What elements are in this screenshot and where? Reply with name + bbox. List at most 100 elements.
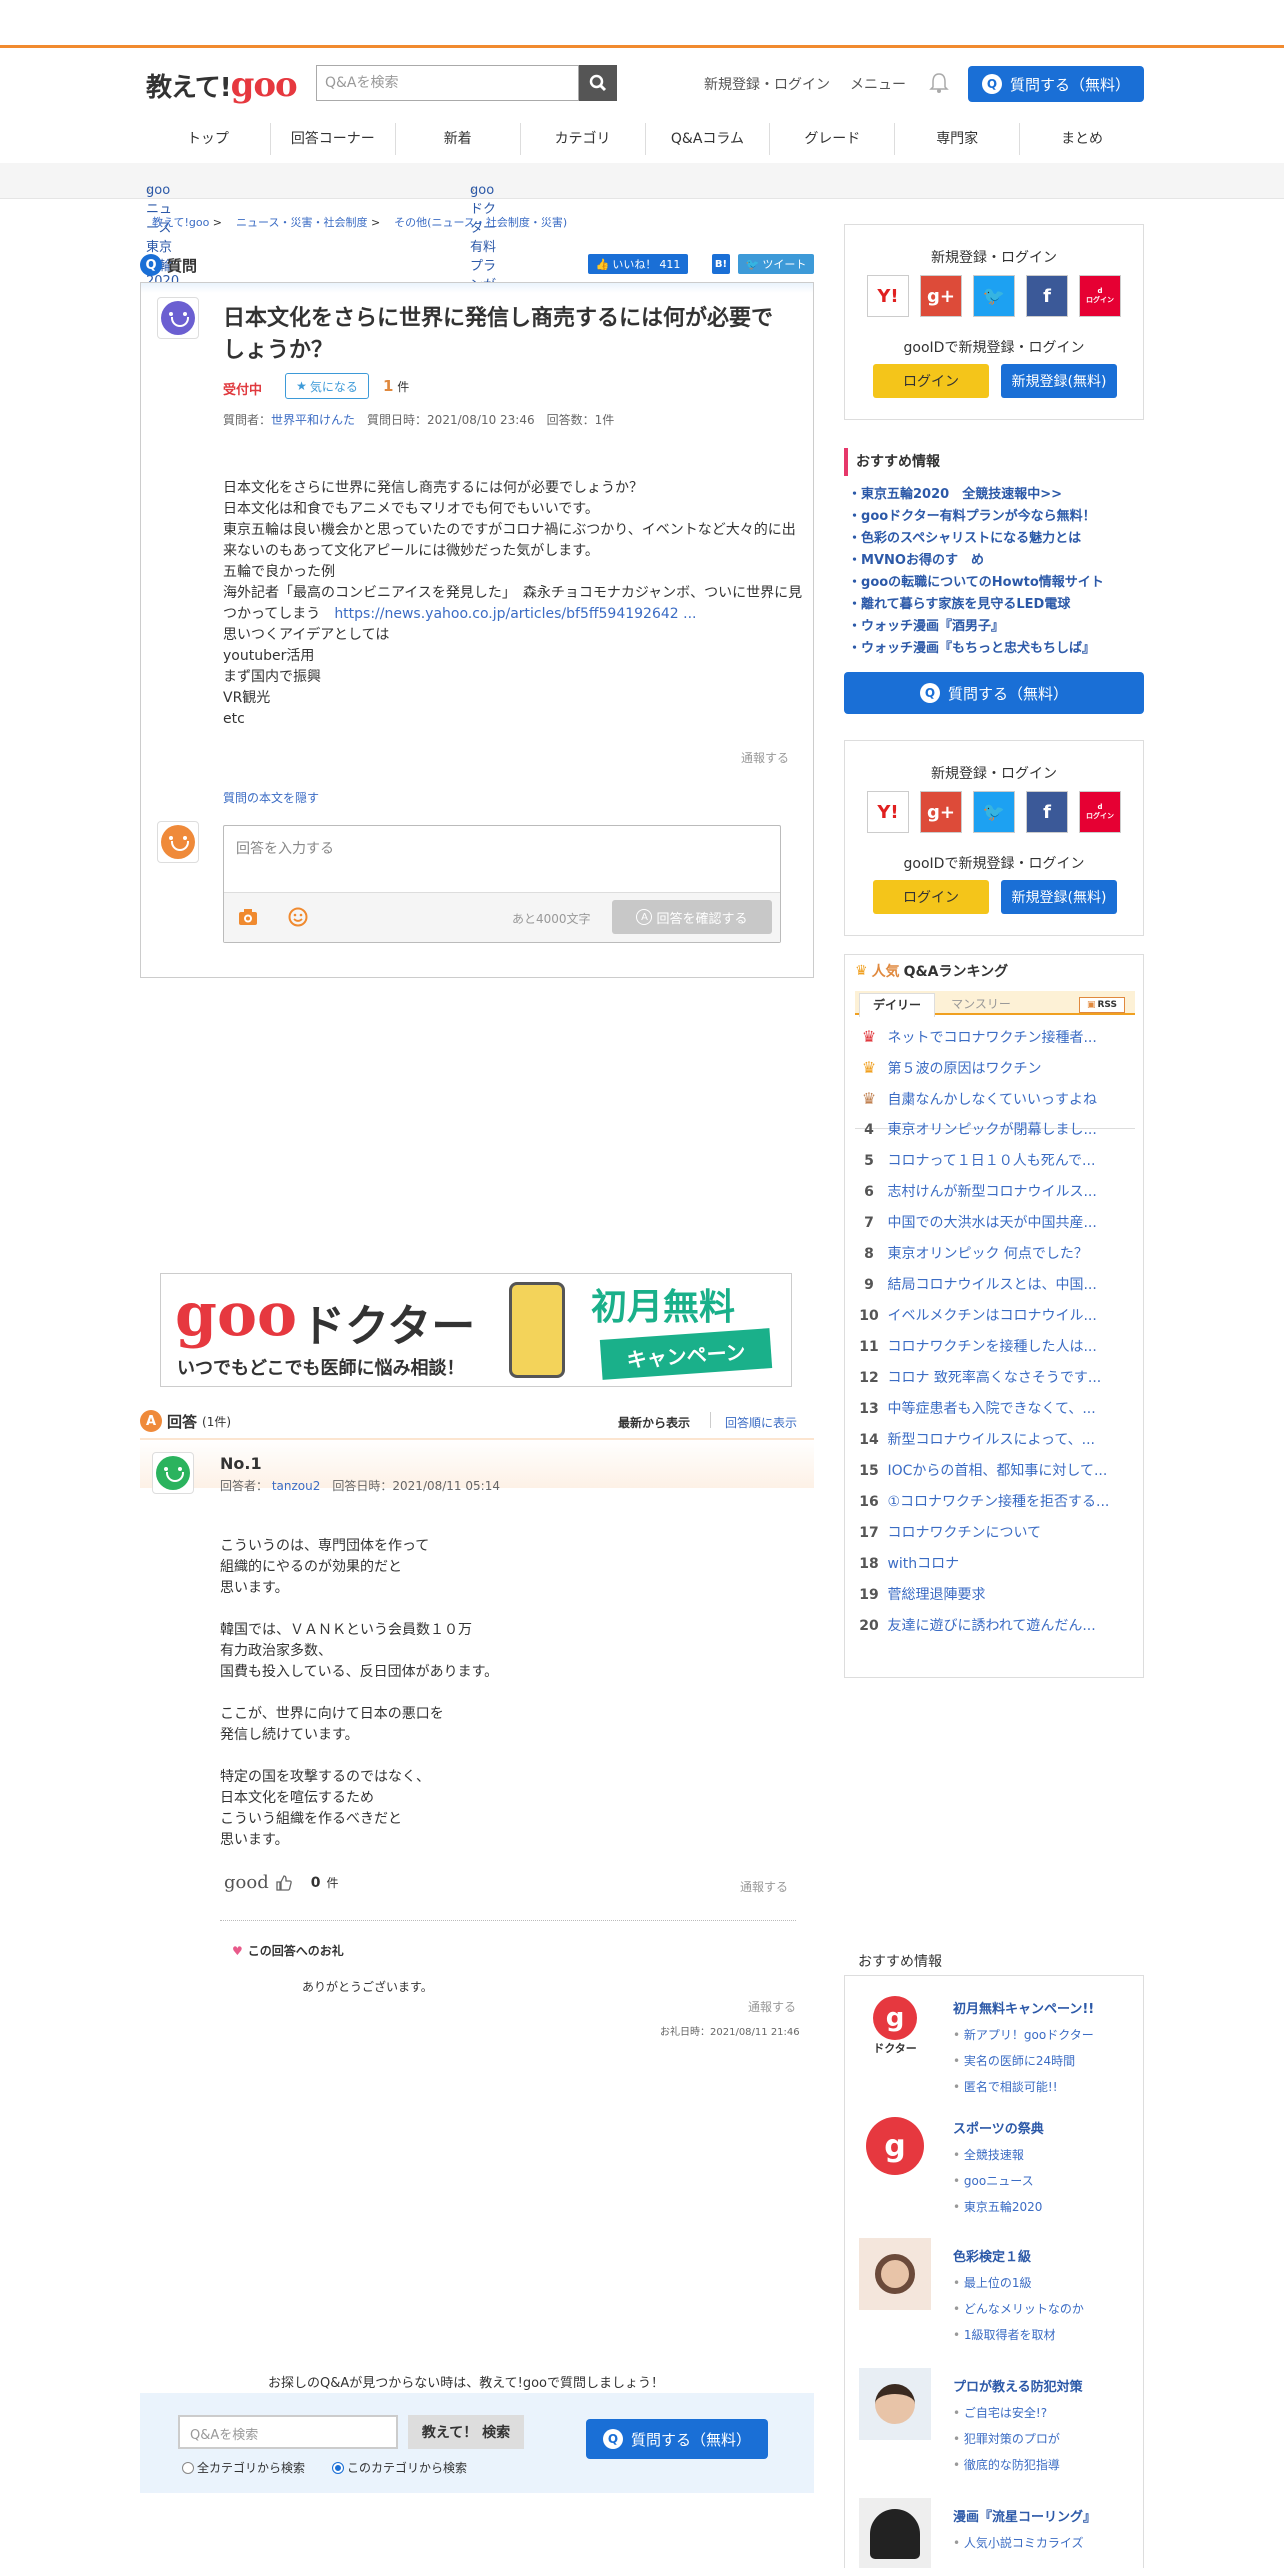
ranking-item[interactable]: ♛ 第５波の原因はワクチン bbox=[855, 1058, 1135, 1089]
ranking-item[interactable]: 19 菅総理退陣要求 bbox=[855, 1584, 1135, 1615]
rec-item[interactable]: ・東京五輪2020 全競技速報中>> bbox=[848, 484, 1144, 506]
rec2-link[interactable]: 匿名で相談可能!! bbox=[953, 2078, 1058, 2095]
ranking-item[interactable]: 17 コロナワクチンについて bbox=[855, 1522, 1135, 1553]
rec2-link[interactable]: 新アプリ！gooドクター bbox=[953, 2026, 1094, 2043]
emoji-icon[interactable] bbox=[288, 907, 308, 927]
breadcrumb-item[interactable]: ニュース・災害・社会制度 bbox=[236, 216, 367, 229]
nav-category[interactable]: カテゴリ bbox=[521, 123, 646, 155]
answerer-avatar[interactable] bbox=[152, 1452, 194, 1494]
rec2-link[interactable]: 全競技速報 bbox=[953, 2146, 1024, 2163]
rec-item[interactable]: ・gooドクター有料プランが今なら無料！ bbox=[848, 506, 1144, 528]
rec2-link[interactable]: どんなメリットなのか bbox=[953, 2300, 1084, 2317]
radio-this-category[interactable]: このカテゴリから検索 bbox=[332, 2459, 467, 2476]
hide-body-link[interactable]: 質問の本文を隠す bbox=[223, 789, 319, 806]
facebook-login-icon[interactable]: f bbox=[1026, 791, 1068, 833]
rec2-title[interactable]: スポーツの祭典 bbox=[953, 2118, 1044, 2137]
rec-item[interactable]: ・ウォッチ漫画『もちっと忠犬もちしば』 bbox=[848, 638, 1144, 660]
rec2-title[interactable]: 初月無料キャンペーン!! bbox=[953, 1998, 1094, 2017]
ranking-item[interactable]: 7 中国での大洪水は天が中国共産... bbox=[855, 1212, 1135, 1243]
ranking-item[interactable]: 10 イベルメクチンはコロナウイル... bbox=[855, 1305, 1135, 1336]
rec2-link[interactable]: 東京五輪2020 bbox=[953, 2198, 1043, 2215]
sidebar-register-button[interactable]: 新規登録(無料) bbox=[1001, 880, 1117, 914]
radio-all-categories[interactable]: 全カテゴリから検索 bbox=[182, 2459, 305, 2476]
ranking-item[interactable]: 4 東京オリンピックが閉幕しまし... bbox=[855, 1119, 1135, 1150]
ranking-item[interactable]: 13 中等症患者も入院できなくて、... bbox=[855, 1398, 1135, 1429]
header-ask-button[interactable]: Q 質問する（無料） bbox=[968, 66, 1144, 102]
rec2-link[interactable]: ご自宅は安全!? bbox=[953, 2404, 1047, 2421]
menu-link[interactable]: メニュー bbox=[850, 74, 906, 94]
rec2-link[interactable]: gooニュース bbox=[953, 2172, 1034, 2189]
rec2-link[interactable]: 実名の医師に24時間 bbox=[953, 2052, 1075, 2069]
thanks-report-link[interactable]: 通報する bbox=[748, 1998, 796, 2015]
breadcrumb-item[interactable]: その他(ニュース・社会制度・災害) bbox=[394, 216, 567, 229]
rec2-link[interactable]: 人気小説コミカライズ bbox=[953, 2534, 1084, 2551]
site-logo[interactable]: 教えて!goo bbox=[146, 65, 298, 105]
sports-icon[interactable]: g bbox=[859, 2110, 931, 2182]
confirm-answer-button[interactable]: A 回答を確認する bbox=[612, 900, 772, 934]
body-link[interactable]: https://news.yahoo.co.jp/articles/bf5ff5… bbox=[334, 606, 696, 622]
rec-item[interactable]: ・gooの転職についてのHowto情報サイト bbox=[848, 572, 1144, 594]
docomo-login-icon[interactable]: d ログイン bbox=[1079, 791, 1121, 833]
twitter-login-icon[interactable]: 🐦 bbox=[973, 791, 1015, 833]
bell-icon[interactable] bbox=[929, 72, 949, 94]
yahoo-login-icon[interactable]: Y! bbox=[867, 275, 909, 317]
ranking-item[interactable]: 5 コロナって１日１０人も死んで... bbox=[855, 1150, 1135, 1181]
sort-newest[interactable]: 最新から表示 bbox=[618, 1414, 690, 1431]
rec2-title[interactable]: 色彩検定１級 bbox=[953, 2246, 1031, 2265]
nav-qa-column[interactable]: Q&Aコラム bbox=[646, 123, 771, 155]
ranking-item[interactable]: 15 IOCからの首相、都知事に対して... bbox=[855, 1460, 1135, 1491]
doctor-banner[interactable]: goo ドクター いつでもどこでも医師に悩み相談！ 初月無料 キャンペーン bbox=[160, 1273, 792, 1387]
ranking-item[interactable]: 16 ①コロナワクチン接種を拒否する... bbox=[855, 1491, 1135, 1522]
ranking-item[interactable]: ♛ 自粛なんかしなくていいっすよね bbox=[855, 1089, 1135, 1120]
ranking-item[interactable]: ♛ ネットでコロナワクチン接種者... bbox=[855, 1027, 1135, 1058]
ranking-item[interactable]: 9 結局コロナウイルスとは、中国... bbox=[855, 1274, 1135, 1305]
woman-photo[interactable] bbox=[859, 2238, 931, 2310]
nav-expert[interactable]: 専門家 bbox=[895, 123, 1021, 155]
google-login-icon[interactable]: g+ bbox=[920, 275, 962, 317]
footer-search-button[interactable]: 教えて！ 検索 bbox=[408, 2415, 524, 2449]
sidebar-ask-button[interactable]: Q 質問する（無料） bbox=[844, 672, 1144, 714]
search-input[interactable]: Q&Aを検索 bbox=[316, 65, 579, 101]
ranking-item[interactable]: 20 友達に遊びに誘われて遊んだん... bbox=[855, 1615, 1135, 1646]
rec2-link[interactable]: 最上位の1級 bbox=[953, 2274, 1032, 2291]
hatena-bookmark-button[interactable]: B! bbox=[712, 254, 730, 274]
ranking-item[interactable]: 6 志村けんが新型コロナウイルス... bbox=[855, 1181, 1135, 1212]
nav-answer-corner[interactable]: 回答コーナー bbox=[271, 123, 396, 155]
questioner-link[interactable]: 世界平和けんた bbox=[271, 413, 355, 427]
rec-item[interactable]: ・色彩のスペシャリストになる魅力とは bbox=[848, 528, 1144, 550]
sidebar-register-button[interactable]: 新規登録(無料) bbox=[1001, 364, 1117, 398]
rss-link[interactable]: ▣ RSS bbox=[1079, 997, 1125, 1013]
docomo-login-icon[interactable]: d ログイン bbox=[1079, 275, 1121, 317]
rec-item[interactable]: ・離れて暮らす家族を見守るLED電球 bbox=[848, 594, 1144, 616]
good-button[interactable]: good 0件 bbox=[224, 1872, 338, 1893]
manga-photo[interactable] bbox=[859, 2498, 931, 2568]
questioner-avatar[interactable] bbox=[157, 297, 199, 339]
tweet-button[interactable]: 🐦 ツイート bbox=[738, 254, 814, 274]
sidebar-login-button[interactable]: ログイン bbox=[873, 880, 989, 914]
rec2-title[interactable]: プロが教える防犯対策 bbox=[953, 2376, 1083, 2395]
search-button[interactable] bbox=[579, 65, 617, 101]
camera-icon[interactable] bbox=[238, 908, 258, 926]
breadcrumb-item[interactable]: 教えて!goo bbox=[152, 216, 209, 229]
man-photo[interactable] bbox=[859, 2368, 931, 2440]
footer-ask-button[interactable]: Q 質問する（無料） bbox=[586, 2419, 768, 2459]
doctor-icon[interactable]: g ドクター bbox=[859, 1990, 931, 2062]
nav-top[interactable]: トップ bbox=[146, 123, 271, 155]
rec2-title[interactable]: 漫画『流星コーリング』 bbox=[953, 2506, 1096, 2525]
nav-grade[interactable]: グレード bbox=[770, 123, 896, 155]
footer-search-input[interactable]: Q&Aを検索 bbox=[178, 2415, 398, 2449]
rec-item[interactable]: ・MVNOお得のす め bbox=[848, 550, 1144, 572]
answer-report-link[interactable]: 通報する bbox=[740, 1878, 788, 1895]
report-link[interactable]: 通報する bbox=[741, 749, 789, 766]
twitter-login-icon[interactable]: 🐦 bbox=[973, 275, 1015, 317]
google-login-icon[interactable]: g+ bbox=[920, 791, 962, 833]
ranking-item[interactable]: 18 withコロナ bbox=[855, 1553, 1135, 1584]
rec2-link[interactable]: 徹底的な防犯指導 bbox=[953, 2456, 1060, 2473]
register-login-link[interactable]: 新規登録・ログイン bbox=[704, 74, 830, 94]
rec2-link[interactable]: 犯罪対策のプロが bbox=[953, 2430, 1060, 2447]
rec2-link[interactable]: 1級取得者を取材 bbox=[953, 2326, 1056, 2343]
sort-oldest[interactable]: 回答順に表示 bbox=[725, 1414, 797, 1431]
ranking-item[interactable]: 11 コロナワクチンを接種した人は... bbox=[855, 1336, 1135, 1367]
sidebar-login-button[interactable]: ログイン bbox=[873, 364, 989, 398]
ranking-item[interactable]: 8 東京オリンピック 何点でした？ bbox=[855, 1243, 1135, 1274]
